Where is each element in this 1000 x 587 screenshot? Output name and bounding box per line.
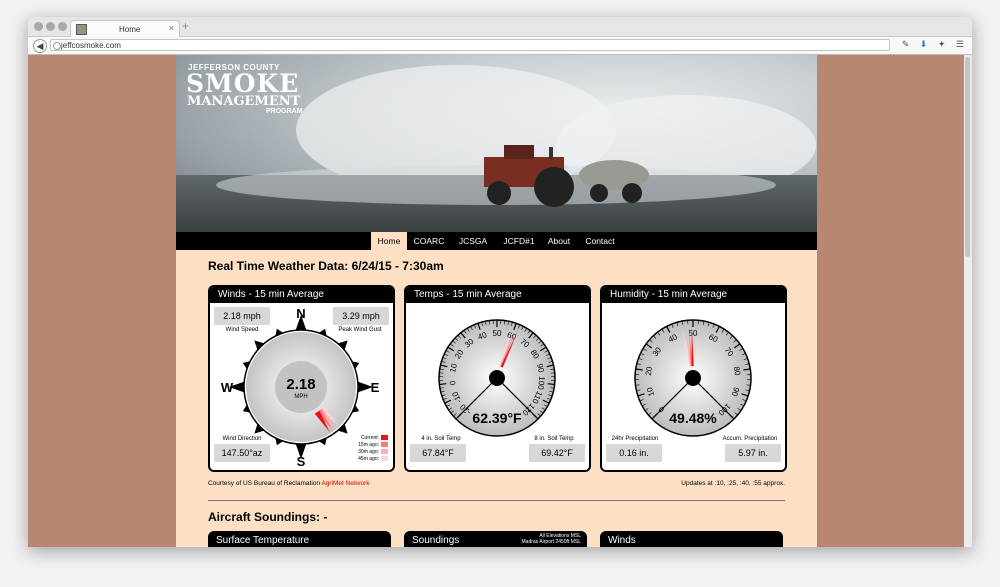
winds-panel: Winds - 15 min Average 2.18 MPH N S W E [208, 285, 395, 472]
soundings-panel: Soundings All Elevations MSL Madras Airpo… [404, 531, 587, 547]
courtesy-note: Courtesy of US Bureau of Reclamation Agr… [208, 480, 370, 487]
temps-panel: Temps - 15 min Average -20-1001020304050… [404, 285, 591, 472]
humidity-value: 49.48% [669, 410, 717, 426]
nav-about[interactable]: About [544, 232, 574, 250]
winds-title: Winds - 15 min Average [210, 287, 393, 303]
close-window-icon[interactable] [34, 22, 43, 31]
wind-legend: Current: 15m ago: 30m ago: 45m ago: [358, 435, 388, 463]
maximize-window-icon[interactable] [58, 22, 67, 31]
soil8-value: 69.42°F [529, 444, 585, 462]
accum-precip-value: 5.97 in. [725, 444, 781, 462]
wrench-icon[interactable]: ✎ [902, 39, 910, 49]
divider [208, 500, 785, 501]
back-button[interactable]: ◀ [33, 39, 47, 53]
nav-coarc[interactable]: COARC [410, 232, 448, 250]
compass-n: N [296, 306, 305, 321]
logo-management: MANAGEMENT [187, 94, 301, 109]
peak-gust-value: 3.29 mph [333, 307, 389, 325]
peak-gust-label: Peak Wind Gust [338, 327, 382, 333]
wind-direction-label: Wind Direction [222, 436, 262, 442]
legend-current: Current: [360, 435, 379, 441]
aircraft-heading: Aircraft Soundings: - [208, 510, 328, 524]
wind-center-unit: MPH [294, 394, 307, 400]
soil4-value: 67.84°F [410, 444, 466, 462]
logo-program: PROGRAM [266, 108, 303, 115]
extension-icon[interactable]: ✦ [938, 39, 946, 49]
updates-note: Updates at :10, :25, :40, :55 approx. [681, 480, 785, 487]
url-text: jeffcosmoke.com [61, 41, 121, 50]
tractor-illustration [484, 145, 649, 207]
temps-title: Temps - 15 min Average [406, 287, 589, 303]
surface-temp-panel: Surface Temperature [208, 531, 391, 547]
globe-icon [53, 42, 61, 50]
tab-close-icon[interactable]: × [169, 23, 174, 33]
soil8-label: 8 in. Soil Temp [534, 436, 574, 442]
header-banner: JEFFERSON COUNTY SMOKE MANAGEMENT PROGRA… [176, 55, 817, 232]
address-toolbar: ◀ jeffcosmoke.com ✎ ⬇ ✦ ☰ [28, 37, 972, 55]
tab-home[interactable]: Home × [70, 20, 180, 37]
nav-jcfd1[interactable]: JCFD#1 [498, 232, 540, 250]
soundings-title: Soundings [412, 535, 460, 546]
humidity-panel: Humidity - 15 min Average 01020304050607… [600, 285, 787, 472]
winds-soundings-title: Winds [608, 535, 636, 546]
wind-direction-value: 147.50°az [214, 444, 270, 462]
humidity-hub [685, 370, 701, 386]
temp-value: 62.39°F [472, 410, 522, 426]
compass-e: E [371, 380, 380, 395]
accum-precip-label: Accum. Precipitation [722, 436, 778, 442]
legend-15m: 15m ago: [358, 442, 379, 448]
nav-contact[interactable]: Contact [578, 232, 622, 250]
temp-hub [489, 370, 505, 386]
compass-w: W [221, 380, 234, 395]
soil4-label: 4 in. Soil Temp [421, 436, 461, 442]
temp-tick-label: 50 [493, 329, 502, 338]
wind-center-value: 2.18 [286, 376, 315, 393]
precip24-label: 24hr Precipitation [611, 436, 659, 442]
wind-speed-value: 2.18 mph [214, 307, 270, 325]
courtesy-text: Courtesy of US Bureau of Reclamation [208, 480, 322, 487]
menu-icon[interactable]: ☰ [956, 39, 964, 49]
tab-bar: Home × + [28, 17, 972, 37]
surface-temp-title: Surface Temperature [216, 535, 310, 546]
browser-window: Home × + ◀ jeffcosmoke.com ✎ ⬇ ✦ ☰ JEFFE… [28, 17, 972, 547]
minimize-window-icon[interactable] [46, 22, 55, 31]
main-nav: Home COARC JCSGA JCFD#1 About Contact [176, 232, 817, 250]
temp-tick-label: 100 [536, 376, 546, 391]
weather-heading: Real Time Weather Data: 6/24/15 - 7:30am [208, 259, 444, 273]
temp-tick [439, 383, 447, 386]
page-content: JEFFERSON COUNTY SMOKE MANAGEMENT PROGRA… [176, 55, 817, 547]
legend-30m: 30m ago: [358, 449, 379, 455]
scrollbar-thumb[interactable] [965, 57, 970, 257]
download-icon[interactable]: ⬇ [920, 39, 928, 49]
tab-title: Home [119, 25, 141, 34]
legend-45m: 45m ago: [358, 456, 379, 462]
precip24-value: 0.16 in. [606, 444, 662, 462]
vertical-scrollbar[interactable] [964, 55, 972, 547]
temp-tick [547, 383, 555, 386]
agrimet-link[interactable]: AgriMet Network [321, 480, 369, 487]
new-tab-button[interactable]: + [182, 19, 189, 33]
winds-soundings-panel: Winds [600, 531, 783, 547]
address-input[interactable]: jeffcosmoke.com [50, 39, 890, 51]
nav-home[interactable]: Home [371, 232, 407, 250]
toolbar-icons: ✎ ⬇ ✦ ☰ [894, 39, 964, 50]
favicon-icon [76, 24, 87, 35]
nav-jcsga[interactable]: JCSGA [453, 232, 493, 250]
wind-speed-label: Wind Speed [225, 327, 259, 333]
humidity-tick-label: 50 [689, 329, 698, 338]
compass-s: S [297, 454, 306, 469]
humidity-title: Humidity - 15 min Average [602, 287, 785, 303]
soundings-note: All Elevations MSL Madras Airport 2450ft … [521, 533, 581, 545]
